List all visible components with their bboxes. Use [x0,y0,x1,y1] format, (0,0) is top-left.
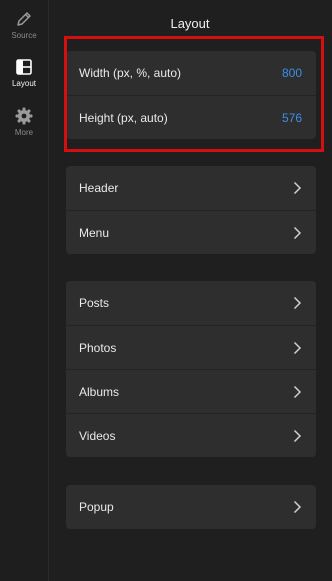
albums-label: Albums [79,384,120,399]
width-label: Width (px, %, auto) [79,66,182,80]
videos-label: Videos [79,428,116,443]
pencil-icon [17,12,31,26]
posts-row[interactable]: Posts [66,281,316,325]
videos-row[interactable]: Videos [66,413,316,457]
sidebar-item-layout[interactable]: Layout [0,56,48,102]
chevron-right-icon [293,296,302,310]
content-card: Posts Photos Albums Videos [66,281,316,457]
chevron-right-icon [293,385,302,398]
popup-label: Popup [79,500,114,514]
chevron-right-icon [293,181,302,195]
gear-icon [15,107,33,125]
albums-row[interactable]: Albums [66,369,316,413]
header-label: Header [79,181,119,195]
popup-row[interactable]: Popup [66,485,316,529]
photos-row[interactable]: Photos [66,325,316,369]
layout-icon [16,59,32,75]
menu-row[interactable]: Menu [66,210,316,254]
page-title: Layout [170,16,210,31]
chevron-right-icon [293,429,302,442]
chevron-right-icon [293,341,302,354]
header-row[interactable]: Header [66,166,316,210]
photos-label: Photos [79,340,117,355]
sidebar-item-label: Layout [11,79,37,88]
height-setting-row[interactable]: Height (px, auto) 576 [66,95,316,139]
sidebar-item-more[interactable]: More [0,105,48,151]
size-settings-card: Width (px, %, auto) 800 Height (px, auto… [66,51,316,139]
sidebar-item-label: Source [11,31,37,40]
structure-card: Header Menu [66,166,316,254]
chevron-right-icon [293,500,302,514]
menu-label: Menu [79,225,110,240]
chevron-right-icon [293,226,302,239]
width-value[interactable]: 800 [282,66,302,80]
sidebar-rail: Source Layout More [0,0,49,581]
popup-card: Popup [66,485,316,529]
posts-label: Posts [79,296,110,310]
sidebar-item-source[interactable]: Source [0,8,48,54]
sidebar-item-label: More [14,128,34,137]
height-label: Height (px, auto) [79,110,168,125]
height-value[interactable]: 576 [282,111,302,125]
width-setting-row[interactable]: Width (px, %, auto) 800 [66,51,316,95]
